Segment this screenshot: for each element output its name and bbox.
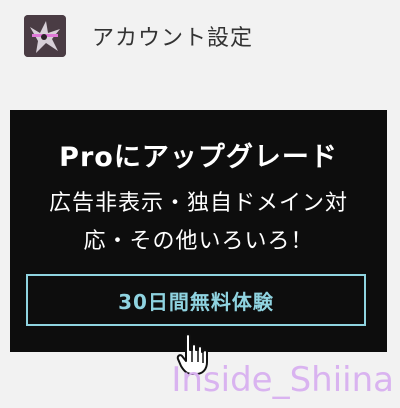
pro-upgrade-description: 広告非表示・独自ドメイン対 応・その他いろいろ！ xyxy=(10,185,387,261)
account-settings-label[interactable]: アカウント設定 xyxy=(92,20,253,52)
page: アカウント設定 Proにアップグレード 広告非表示・独自ドメイン対 応・その他い… xyxy=(0,0,400,408)
pro-upgrade-title: Proにアップグレード xyxy=(59,142,338,173)
description-line-2: 応・その他いろいろ！ xyxy=(83,229,314,254)
account-settings-row[interactable]: アカウント設定 xyxy=(24,15,253,57)
pro-upgrade-panel: Proにアップグレード 広告非表示・独自ドメイン対 応・その他いろいろ！ 30日… xyxy=(10,110,387,352)
user-avatar-icon xyxy=(24,15,66,57)
description-line-1: 広告非表示・独自ドメイン対 xyxy=(48,191,348,216)
watermark-text: Inside_Shiina xyxy=(171,360,394,400)
free-trial-button[interactable]: 30日間無料体験 xyxy=(26,274,366,326)
